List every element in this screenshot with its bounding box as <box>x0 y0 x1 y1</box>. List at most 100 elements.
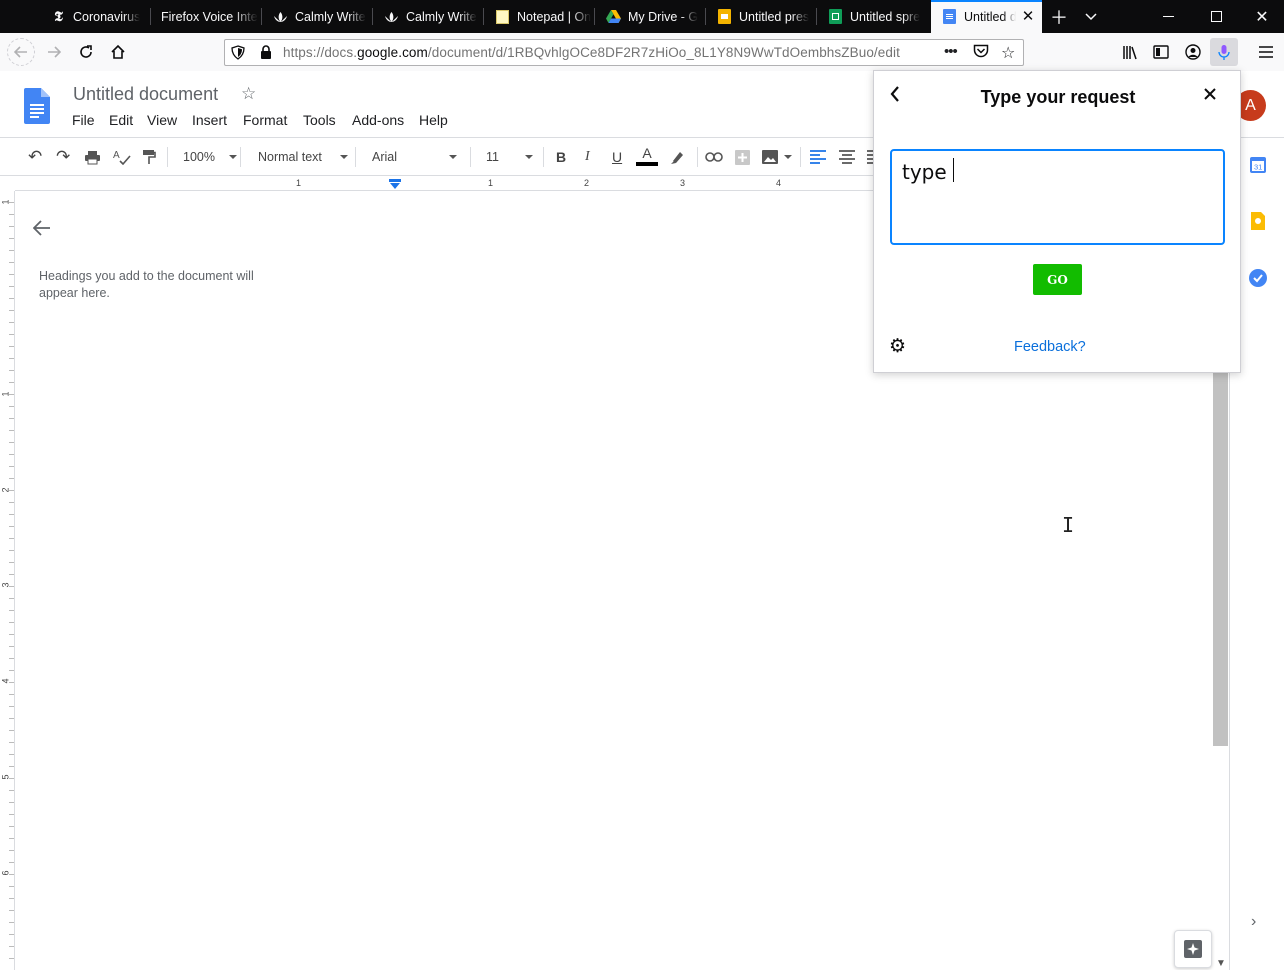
maximize-window-icon[interactable] <box>1201 0 1231 33</box>
text-caret <box>953 158 954 182</box>
tab-title: Untitled pres <box>739 9 810 24</box>
back-icon[interactable] <box>7 38 35 66</box>
font-select[interactable]: Arial <box>372 146 458 168</box>
expand-side-panel-icon[interactable]: › <box>1251 913 1256 931</box>
ruler-mark: 1 <box>0 391 11 397</box>
feedback-link[interactable]: Feedback? <box>1014 339 1086 355</box>
spellcheck-icon[interactable]: A <box>113 146 131 168</box>
firefox-voice-microphone-icon[interactable] <box>1210 38 1238 66</box>
ruler-mark: 5 <box>0 774 11 780</box>
go-button[interactable]: GO <box>1033 264 1082 295</box>
close-icon[interactable] <box>1204 83 1216 106</box>
ruler-mark: 1 <box>296 178 302 188</box>
tab-notepad[interactable]: Notepad | On <box>484 0 595 33</box>
page-actions-icon[interactable]: ••• <box>944 43 958 60</box>
tab-title: Calmly Write <box>406 9 477 24</box>
menu-edit[interactable]: Edit <box>109 112 133 128</box>
home-icon[interactable] <box>104 38 132 66</box>
library-icon[interactable] <box>1116 38 1144 66</box>
hamburger-menu-icon[interactable] <box>1252 38 1280 66</box>
firefox-voice-popup: Type your request type GO ⚙ Feedback? <box>873 70 1241 373</box>
tab-untitled-presentation[interactable]: Untitled pres <box>706 0 817 33</box>
insert-comment-icon[interactable] <box>735 146 750 168</box>
ruler-mark: 3 <box>0 582 11 588</box>
svg-text:31: 31 <box>1254 163 1262 172</box>
minimize-window-icon[interactable] <box>1153 0 1183 33</box>
tab-title: Coronavirus <box>73 9 141 24</box>
menu-help[interactable]: Help <box>419 112 448 128</box>
close-outline-arrow-icon[interactable] <box>32 220 53 240</box>
redo-icon[interactable]: ↷ <box>56 146 70 168</box>
account-icon[interactable] <box>1179 38 1207 66</box>
tab-calmly-write-2[interactable]: Calmly Write <box>373 0 484 33</box>
align-center-icon[interactable] <box>839 146 855 168</box>
close-window-icon[interactable]: ✕ <box>1247 0 1277 33</box>
italic-icon[interactable]: I <box>585 146 590 168</box>
align-left-icon[interactable] <box>810 146 826 168</box>
url-path: /document/d/1RBQvhlgOCe8DF2R7zHiOo_8L1Y8… <box>427 45 900 60</box>
google-docs-logo-icon[interactable] <box>24 88 50 124</box>
indent-marker-icon[interactable] <box>389 178 401 193</box>
bookmark-star-icon[interactable]: ☆ <box>1001 43 1015 63</box>
tab-calmly-write-1[interactable]: Calmly Write <box>262 0 373 33</box>
slides-icon <box>717 9 732 24</box>
menu-insert[interactable]: Insert <box>192 112 227 128</box>
tasks-icon[interactable] <box>1249 269 1267 290</box>
menu-file[interactable]: File <box>72 112 95 128</box>
tab-title: Untitled d <box>964 9 1016 24</box>
settings-gear-icon[interactable]: ⚙ <box>889 335 906 358</box>
bold-icon[interactable]: B <box>556 146 566 168</box>
lotus-icon <box>384 9 399 24</box>
url-bar[interactable]: https://docs.google.com/document/d/1RBQv… <box>224 39 1024 66</box>
zoom-value: 100% <box>183 150 215 164</box>
tab-untitled-spreadsheet[interactable]: Untitled spre <box>817 0 931 33</box>
scroll-down-icon[interactable]: ▼ <box>1216 958 1226 969</box>
star-document-icon[interactable]: ☆ <box>241 84 256 104</box>
sidebar-icon[interactable] <box>1147 38 1175 66</box>
keep-icon[interactable] <box>1249 211 1267 234</box>
forward-icon[interactable] <box>40 38 68 66</box>
menu-view[interactable]: View <box>147 112 177 128</box>
explore-button[interactable] <box>1174 930 1212 968</box>
ruler-mark: 6 <box>0 870 11 876</box>
insert-link-icon[interactable] <box>705 146 723 168</box>
ruler-mark: 4 <box>776 178 782 188</box>
zoom-select[interactable]: 100% <box>183 146 237 168</box>
close-tab-icon[interactable]: ✕ <box>1020 8 1036 25</box>
tab-title: My Drive - G <box>628 9 699 24</box>
tab-untitled-document[interactable]: Untitled d ✕ <box>931 0 1042 33</box>
document-title[interactable]: Untitled document <box>73 84 218 105</box>
calendar-icon[interactable]: 31 <box>1249 156 1267 177</box>
tab-my-drive[interactable]: My Drive - G <box>595 0 706 33</box>
drive-icon <box>606 9 621 24</box>
nyt-icon: 𝕿 <box>54 8 63 25</box>
pocket-icon[interactable] <box>973 44 989 62</box>
font-size-select[interactable]: 11 <box>486 146 533 168</box>
tab-coronavirus[interactable]: 𝕿 Coronavirus <box>40 0 151 33</box>
undo-icon[interactable]: ↶ <box>28 146 42 168</box>
tab-firefox-voice[interactable]: Firefox Voice Inte <box>151 0 262 33</box>
menu-tools[interactable]: Tools <box>303 112 336 128</box>
lock-icon[interactable] <box>260 45 272 63</box>
reload-icon[interactable] <box>72 38 100 66</box>
scrollbar-thumb[interactable] <box>1213 372 1228 746</box>
insert-image-icon[interactable] <box>762 146 792 168</box>
underline-icon[interactable]: U <box>612 146 622 168</box>
print-icon[interactable] <box>84 146 101 168</box>
paint-format-icon[interactable] <box>142 146 156 168</box>
tracking-protection-icon[interactable] <box>231 45 245 63</box>
url-text: https://docs.google.com/document/d/1RBQv… <box>283 45 900 60</box>
menu-format[interactable]: Format <box>243 112 287 128</box>
request-input[interactable]: type <box>890 149 1225 245</box>
explore-sparkle-icon <box>1184 940 1202 958</box>
notepad-icon <box>495 9 510 24</box>
vertical-ruler[interactable] <box>0 191 15 970</box>
highlight-color-icon[interactable] <box>670 146 685 168</box>
horizontal-ruler[interactable] <box>15 177 875 191</box>
outline-empty-hint: Headings you add to the document will ap… <box>39 269 254 300</box>
menu-add-ons[interactable]: Add-ons <box>352 112 404 128</box>
style-select[interactable]: Normal text <box>258 146 348 168</box>
new-tab-icon[interactable]: ＋ <box>1045 0 1073 33</box>
list-all-tabs-icon[interactable] <box>1077 0 1105 33</box>
text-color-icon[interactable]: A <box>636 146 658 168</box>
